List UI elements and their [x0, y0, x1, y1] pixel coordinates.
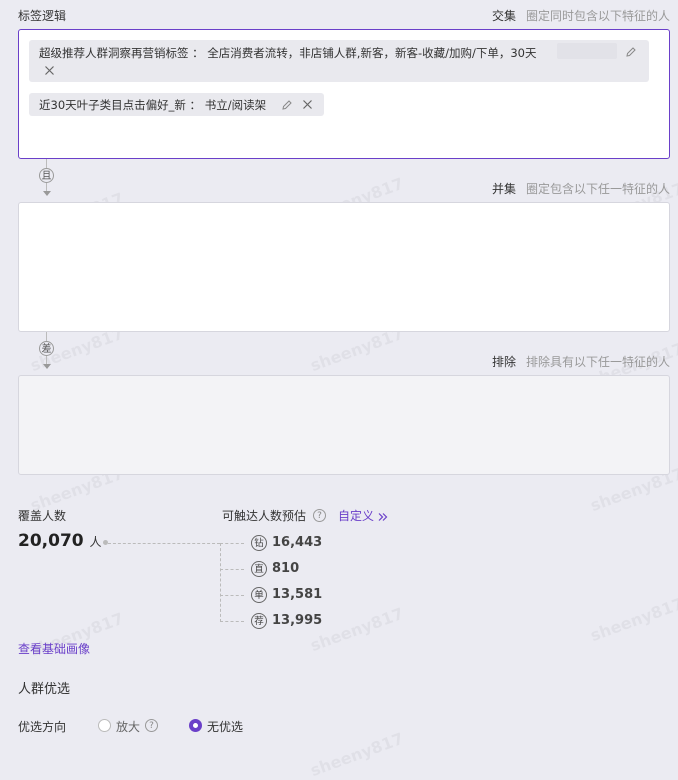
radio-no-optimization-label[interactable]: 无优选 [207, 718, 243, 735]
exclude-label-group: 排除 排除具有以下任一特征的人 [492, 353, 670, 370]
channel-value: 13,995 [272, 613, 323, 628]
tree-line [108, 543, 220, 544]
tree-line [220, 569, 244, 570]
channel-badge-zuan: 钻 [251, 535, 267, 551]
channel-badge-jian: 荐 [251, 613, 267, 629]
help-icon[interactable]: ? [145, 719, 158, 732]
tree-line [220, 543, 221, 622]
union-hint: 圈定包含以下任一特征的人 [525, 182, 670, 196]
exclude-box[interactable] [18, 375, 670, 475]
coverage-value: 20,070 [18, 531, 84, 551]
watermark: sheeny817 [588, 594, 678, 645]
union-label: 并集 [491, 182, 516, 196]
channel-value: 810 [272, 561, 300, 576]
reach-label: 可触达人数预估 [222, 509, 307, 523]
channel-badge-dan: 单 [251, 587, 267, 603]
logic-section-title: 标签逻辑 [18, 9, 67, 23]
tag-text: 近30天叶子类目点击偏好_新 ： 书立/阅读架 [39, 98, 267, 112]
tree-line [220, 543, 244, 544]
radio-no-optimization[interactable] [189, 719, 202, 732]
optimization-title: 人群优选 [18, 682, 71, 697]
custom-link[interactable]: 自定义 [338, 507, 388, 524]
connector-line [46, 159, 47, 168]
union-box[interactable] [18, 202, 670, 332]
tag-text: 超级推荐人群洞察再营销标签 ： 全店消费者流转，非店铺人群,新客，新客-收藏/加… [39, 46, 537, 60]
channel-value: 16,443 [272, 535, 323, 550]
exclude-header: 排除 排除具有以下任一特征的人 [18, 353, 670, 371]
connector-line [46, 332, 47, 341]
tree-line [220, 595, 244, 596]
exclude-label: 排除 [491, 355, 516, 369]
coverage-count: 20,070 人 [18, 531, 101, 551]
double-chevron-right-icon [378, 512, 388, 521]
union-label-group: 并集 圈定包含以下任一特征的人 [492, 180, 670, 197]
watermark: sheeny817 [308, 729, 406, 780]
radio-expand-label[interactable]: 放大 [116, 718, 140, 735]
intersection-tag-1: 超级推荐人群洞察再营销标签 ： 全店消费者流转，非店铺人群,新客，新客-收藏/加… [29, 40, 649, 82]
intersection-label: 交集 [491, 9, 516, 23]
watermark: sheeny817 [308, 604, 406, 655]
union-header: 并集 圈定包含以下任一特征的人 [18, 180, 670, 198]
blurred-text [557, 43, 617, 59]
direction-label: 优选方向 [18, 720, 67, 734]
intersection-label-group: 交集 圈定同时包含以下特征的人 [492, 7, 670, 24]
edit-icon[interactable] [281, 99, 293, 111]
intersection-header: 标签逻辑 交集 圈定同时包含以下特征的人 [18, 7, 670, 25]
intersection-box[interactable]: 超级推荐人群洞察再营销标签 ： 全店消费者流转，非店铺人群,新客，新客-收藏/加… [18, 29, 670, 159]
radio-expand[interactable] [98, 719, 111, 732]
coverage-label: 覆盖人数 [18, 509, 67, 523]
view-profile-link[interactable]: 查看基础画像 [18, 640, 90, 657]
coverage-unit: 人 [89, 535, 102, 549]
intersection-tag-2: 近30天叶子类目点击偏好_新 ： 书立/阅读架 [29, 93, 324, 116]
close-icon[interactable] [44, 65, 55, 76]
edit-icon[interactable] [625, 46, 637, 58]
tree-line [220, 621, 244, 622]
help-icon[interactable]: ? [313, 509, 326, 522]
intersection-hint: 圈定同时包含以下特征的人 [525, 9, 670, 23]
custom-link-label: 自定义 [338, 509, 375, 523]
close-icon[interactable] [302, 99, 313, 110]
exclude-hint: 排除具有以下任一特征的人 [525, 355, 670, 369]
channel-badge-zhi: 直 [251, 561, 267, 577]
reach-header: 可触达人数预估 [222, 507, 306, 524]
channel-value: 13,581 [272, 587, 323, 602]
